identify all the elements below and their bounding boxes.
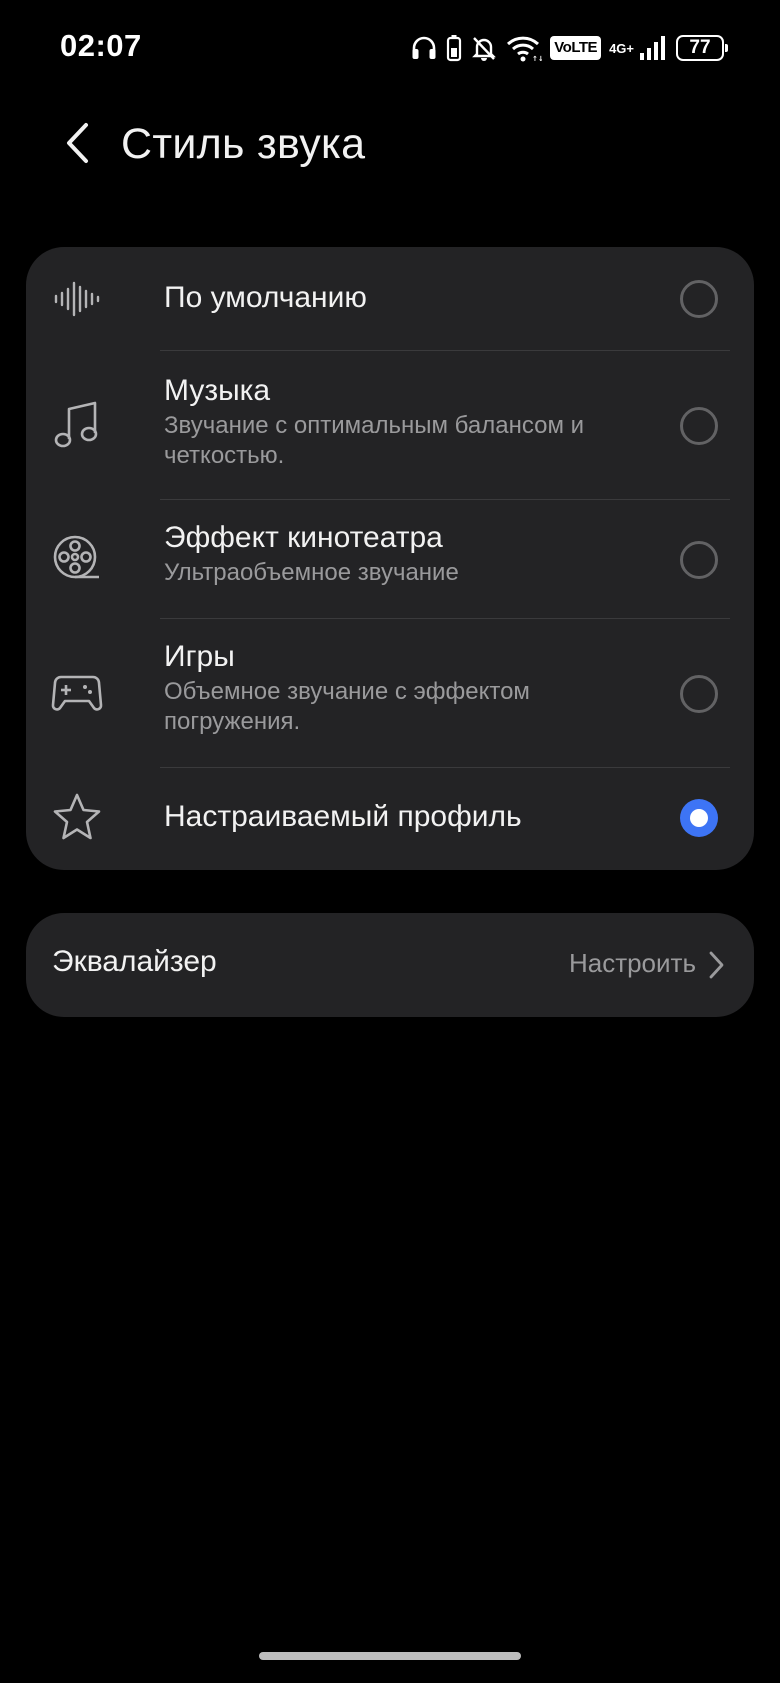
equalizer-value: Настроить bbox=[568, 948, 696, 978]
waveform-icon bbox=[50, 272, 104, 326]
option-music[interactable]: Музыка Звучание с оптимальным балансом и… bbox=[26, 351, 754, 500]
mute-icon bbox=[470, 34, 498, 62]
option-default[interactable]: По умолчанию bbox=[26, 247, 754, 351]
option-text: Эффект кинотеатра Ультраобъемное звучани… bbox=[164, 520, 634, 588]
star-icon bbox=[50, 790, 104, 844]
option-text: Музыка Звучание с оптимальным балансом и… bbox=[164, 373, 634, 471]
option-title: Настраиваемый профиль bbox=[164, 800, 522, 833]
film-reel-icon bbox=[50, 532, 104, 586]
option-title: Музыка bbox=[164, 374, 271, 407]
option-title: Эффект кинотеатра bbox=[164, 521, 443, 554]
option-text: Настраиваемый профиль bbox=[164, 799, 634, 835]
network-type: 4G+ bbox=[609, 40, 634, 56]
home-indicator[interactable] bbox=[259, 1652, 521, 1660]
sound-style-options: По умолчанию Музыка Звучание с оптимальн… bbox=[26, 247, 754, 870]
svg-text:↑↓: ↑↓ bbox=[532, 55, 542, 62]
headphones-icon bbox=[410, 35, 438, 61]
status-time: 02:07 bbox=[60, 28, 142, 63]
radio-button-selected[interactable] bbox=[680, 799, 718, 837]
battery-saver-icon bbox=[446, 34, 462, 62]
option-cinema[interactable]: Эффект кинотеатра Ультраобъемное звучани… bbox=[26, 500, 754, 619]
chevron-left-icon bbox=[62, 121, 92, 170]
status-bar: 02:07 ↑↓ VoLTE 4G+ 77 bbox=[0, 0, 780, 96]
back-button[interactable] bbox=[52, 118, 102, 172]
option-title: По умолчанию bbox=[164, 281, 367, 314]
battery-icon: 77 bbox=[676, 35, 728, 61]
option-games[interactable]: Игры Объемное звучание с эффектом погруж… bbox=[26, 619, 754, 768]
signal-icon bbox=[638, 34, 668, 62]
gamepad-icon bbox=[50, 666, 104, 720]
option-text: Игры Объемное звучание с эффектом погруж… bbox=[164, 639, 634, 737]
equalizer-row[interactable]: Эквалайзер Настроить bbox=[26, 913, 754, 1017]
option-text: По умолчанию bbox=[164, 280, 634, 316]
wifi-icon: ↑↓ bbox=[506, 34, 542, 62]
equalizer-title: Эквалайзер bbox=[52, 945, 217, 978]
option-subtitle: Звучание с оптимальным балансом и четкос… bbox=[164, 412, 585, 469]
option-subtitle: Объемное звучание с эффектом погружения. bbox=[164, 678, 530, 735]
chevron-right-icon bbox=[706, 949, 726, 981]
option-custom-profile[interactable]: Настраиваемый профиль bbox=[26, 768, 754, 870]
radio-button[interactable] bbox=[680, 675, 718, 713]
option-subtitle: Ультраобъемное звучание bbox=[164, 559, 459, 586]
option-title: Игры bbox=[164, 640, 235, 673]
page-title: Стиль звука bbox=[121, 120, 366, 168]
music-note-icon bbox=[50, 398, 104, 452]
volte-icon: VoLTE bbox=[550, 36, 602, 60]
radio-button[interactable] bbox=[680, 407, 718, 445]
radio-button[interactable] bbox=[680, 541, 718, 579]
status-icons: ↑↓ VoLTE 4G+ 77 bbox=[410, 30, 728, 66]
header: Стиль звука bbox=[0, 100, 780, 190]
radio-button[interactable] bbox=[680, 280, 718, 318]
